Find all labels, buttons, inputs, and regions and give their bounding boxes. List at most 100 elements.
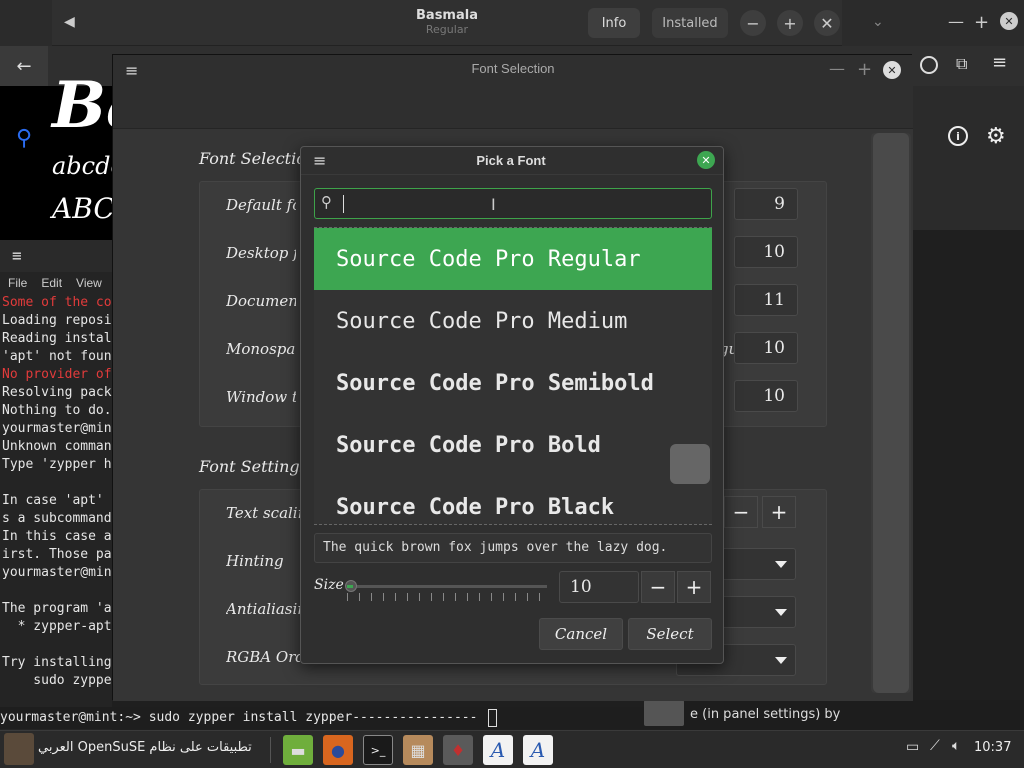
font-size-field[interactable]: 11 [734,284,798,316]
font-preview-area: Ba abcde ABC [0,68,148,246]
font-title: Basmala [416,8,478,23]
account-icon[interactable] [920,56,938,74]
font-viewer-app-icon[interactable]: A [483,735,513,765]
terminal-line: yourmaster@min [2,565,112,580]
terminal-line: Loading reposi [2,313,112,328]
dialog-titlebar: ≡ Pick a Font ✕ [301,147,723,175]
gear-icon[interactable]: ⚙ [986,124,1006,149]
terminal-window: ≡ File Edit View Some of the co Loading r… [0,240,112,730]
scale-decrease-button[interactable]: − [724,496,758,528]
size-decrease-button[interactable]: − [641,571,675,603]
font-settings-app-icon[interactable]: A [523,735,553,765]
font-list-item[interactable]: Source Code Pro Medium [314,290,712,352]
display-icon[interactable]: ▭ [906,739,919,755]
terminal-output[interactable]: Some of the co Loading reposi Reading inst… [0,294,112,690]
font-list-item[interactable]: Source Code Pro Semibold [314,352,712,414]
network-icon[interactable]: ⟋ [930,738,940,754]
volume-icon[interactable]: 🔈︎ [952,738,960,754]
terminal-line: No provider of [2,367,112,382]
taskbar-separator [270,737,271,763]
minimize-icon[interactable]: — [829,59,845,78]
back-icon[interactable]: ← [0,46,48,86]
tab-info[interactable]: Info [588,8,640,38]
terminal-line: Unknown comman [2,439,112,454]
menu-icon[interactable]: ≡ [992,52,1007,73]
terminal-line: In case 'apt' [2,493,112,508]
font-size-field[interactable]: 10 [734,236,798,268]
terminal-line: The program 'a [2,601,112,616]
font-list-item[interactable]: Source Code Pro Black [314,476,712,524]
font-list-item[interactable]: Source Code Pro Regular [314,228,712,290]
font-size-field[interactable]: 9 [734,188,798,220]
close-button[interactable]: ✕ [814,10,840,36]
hamburger-icon[interactable]: ≡ [313,151,326,170]
size-slider-fill [347,585,353,588]
font-search-input[interactable]: ⚲ I [314,188,712,219]
menu-file[interactable]: File [8,272,27,294]
close-icon[interactable]: ✕ [883,61,901,79]
font-list-item[interactable]: Source Code Pro Bold [314,414,712,476]
terminal-line: 'apt' not foun [2,349,112,364]
terminal-line: s a subcommand [2,511,112,526]
menu-edit[interactable]: Edit [41,272,62,294]
clock[interactable]: 10:37 [974,740,1011,755]
start-menu-label[interactable]: تطبيقات على نظام OpenSuSE العربي [38,740,252,755]
maximize-icon[interactable]: + [974,12,989,33]
close-icon[interactable]: ✕ [697,151,715,169]
size-value-field[interactable]: 10 [559,571,639,603]
minimize-icon[interactable]: — [948,12,964,31]
search-icon: ⚲ [321,193,332,211]
terminal-line: sudo zyppe [2,673,112,688]
window-close-icon[interactable]: ✕ [1000,12,1018,30]
files-app-icon[interactable]: ▬ [283,735,313,765]
terminal-line: yourmaster@min [2,421,112,436]
size-increase-button[interactable]: + [677,571,711,603]
terminal-cursor [488,709,497,727]
app-icon[interactable]: ♦ [443,735,473,765]
hamburger-icon[interactable]: ≡ [125,61,138,80]
chevron-down-icon [775,561,787,568]
section-font-selection: Font Selection [199,149,317,168]
firefox-app-icon[interactable]: ● [323,735,353,765]
hamburger-icon[interactable]: ≡ [12,246,22,265]
scrollbar-thumb[interactable] [873,133,909,693]
tab-installed[interactable]: Installed [652,8,728,38]
chevron-down-icon[interactable]: ⌄ [872,14,884,30]
scale-increase-button[interactable]: + [762,496,796,528]
terminal-prompt-line: yourmaster@mint:~> sudo zypper install z… [0,707,660,729]
info-icon[interactable]: i [948,126,968,146]
maximize-icon[interactable]: + [857,59,872,80]
terminal-line: * zypper-apt [2,619,112,634]
font-viewer-headerbar: ◀ Basmala Regular Info Installed − + ✕ [52,0,842,46]
font-size-field[interactable]: 10 [734,380,798,412]
chevron-down-icon [775,657,787,664]
back-arrow-icon[interactable]: ◀ [64,14,75,30]
extensions-icon[interactable]: ⧉ [956,54,967,74]
chevron-down-icon [775,609,787,616]
size-slider[interactable] [345,580,547,601]
list-scroll-thumb[interactable] [670,444,710,484]
font-row-label: Window title font [226,388,296,406]
zoom-out-button[interactable]: − [740,10,766,36]
terminal-app-icon[interactable]: >_ [363,735,393,765]
zoom-in-button[interactable]: + [777,10,803,36]
section-font-settings: Font Settings [199,457,308,476]
font-preview-text[interactable]: The quick brown fox jumps over the lazy … [314,533,712,563]
taskbar: تطبيقات على نظام OpenSuSE العربي ▬ ● >_ … [0,730,1024,768]
terminal-titlebar: ≡ [0,240,112,272]
search-icon[interactable]: ⚲ [16,126,32,151]
cancel-button[interactable]: Cancel [539,618,623,650]
menu-view[interactable]: View [76,272,102,294]
select-button[interactable]: Select [628,618,712,650]
scroll-thumb[interactable] [644,700,684,726]
terminal-line: In this case a [2,529,112,544]
archive-app-icon[interactable]: ▦ [403,735,433,765]
scrollbar-track[interactable] [871,133,911,693]
terminal-line: Try installing [2,655,112,670]
font-size-field[interactable]: 10 [734,332,798,364]
font-list[interactable]: Source Code Pro Regular Source Code Pro M… [314,227,712,525]
size-slider-ticks [347,593,547,601]
font-row-label: Document font [226,292,296,310]
user-avatar[interactable] [4,733,34,765]
